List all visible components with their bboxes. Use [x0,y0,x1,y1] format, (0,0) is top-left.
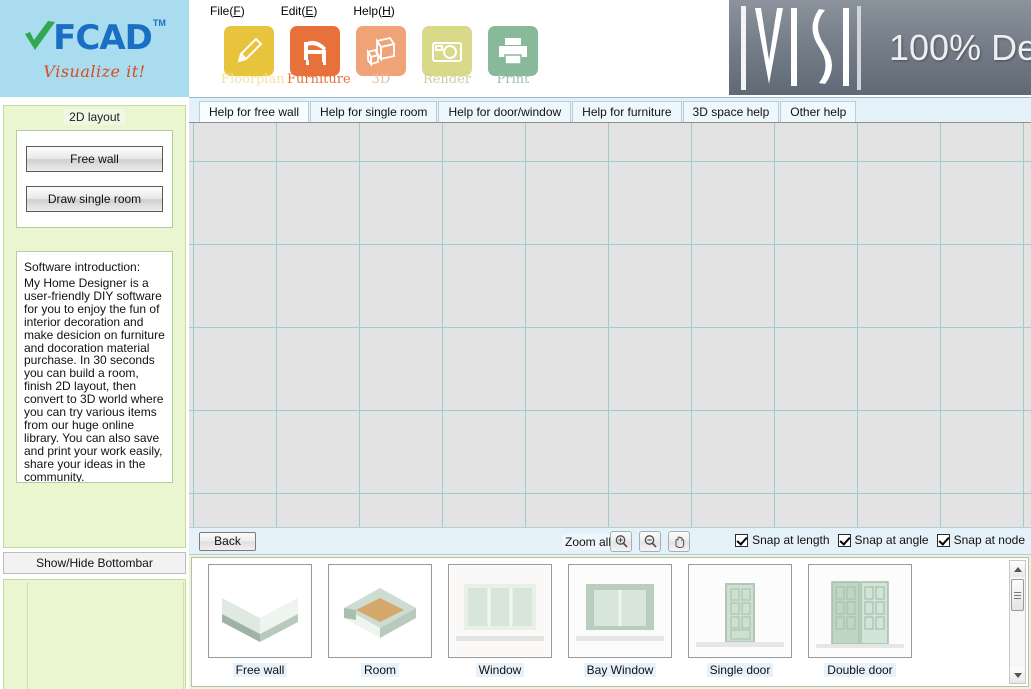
scrollbar-grip-icon [1014,591,1021,599]
gallery-label-free-wall: Free wall [232,663,288,677]
snap-at-length-checkbox[interactable] [735,533,749,547]
object-gallery-container: Free wall Room Window Bay Window Single … [189,555,1031,689]
layout-tools-box: Free wall Draw single room [16,130,173,228]
tab-help-furniture[interactable]: Help for furniture [572,101,682,122]
scroll-up-arrow-icon[interactable] [1010,561,1025,577]
tab-other-help[interactable]: Other help [780,101,857,122]
gallery-label-window: Window [475,663,525,677]
gallery-item-room[interactable]: Room [320,564,440,677]
gallery-label-double-door: Double door [824,663,896,677]
gallery-item-free-wall[interactable]: Free wall [200,564,320,677]
toolbar-button-print[interactable]: Print [485,26,541,88]
gallery-label-single-door: Single door [706,663,774,677]
menu-item-file[interactable]: File(F) [204,2,251,20]
sidebar-lower-column [6,582,28,689]
snap-at-node-label: Snap at node [953,533,1025,547]
free-wall-button[interactable]: Free wall [26,146,163,172]
zoom-all-button[interactable]: Zoom all [562,534,615,550]
free-wall-thumb [208,564,312,658]
tab-help-single-room[interactable]: Help for single room [310,101,438,122]
snap-at-angle-checkbox[interactable] [837,533,851,547]
canvas-grid [189,123,1031,527]
gallery-vertical-scrollbar[interactable] [1009,560,1026,684]
snap-at-node-option[interactable]: Snap at node [936,533,1025,547]
layout-panel-title-text: 2D layout [64,109,125,125]
menu-bar: File(F) Edit(E) Help(H) [204,2,425,20]
floorplan-canvas[interactable] [189,122,1031,527]
sidebar-lower-inner [6,582,184,689]
toolbar-button-render[interactable]: Render [419,26,475,88]
toolbar-label-3d: 3D [371,72,391,87]
snap-options: Snap at length Snap at angle Snap at nod… [735,533,1025,547]
gallery-label-room: Room [360,663,399,677]
room-thumb [328,564,432,658]
menu-item-help[interactable]: Help(H) [347,2,400,20]
gallery-item-single-door[interactable]: Single door [680,564,800,677]
pan-hand-icon[interactable] [668,531,690,552]
menu-item-edit[interactable]: Edit(E) [275,2,324,20]
snap-at-node-checkbox[interactable] [936,533,950,547]
tab-help-door-window[interactable]: Help for door/window [438,101,572,122]
gallery-item-window[interactable]: Window [440,564,560,677]
tab-help-free-wall[interactable]: Help for free wall [199,101,310,122]
double-door-thumb [808,564,912,658]
tab-3d-space-help[interactable]: 3D space help [682,101,780,122]
toolbar-label-print: Print [496,72,530,87]
snap-at-angle-option[interactable]: Snap at angle [837,533,929,547]
cube-icon [356,26,406,76]
toolbar-button-furniture[interactable]: Furniture [287,26,351,88]
logo-brand-text: FCAD [53,18,153,58]
show-hide-bottombar-button[interactable]: Show/Hide Bottombar [3,552,186,574]
scroll-down-arrow-icon[interactable] [1010,667,1025,683]
camera-icon [422,26,472,76]
scrollbar-thumb[interactable] [1011,579,1024,611]
snap-at-length-option[interactable]: Snap at length [735,533,830,547]
green-check-icon [23,20,57,56]
chair-icon [290,26,340,76]
zoom-out-icon[interactable] [639,531,661,552]
application-window: FCAD TM Visualize it! File(F) Edit(E) He… [0,0,1031,689]
toolbar-label-floorplan: Floorplan [221,72,285,87]
layout-panel-title: 2D layout [4,106,185,129]
logo-wordmark: FCAD TM [23,16,166,60]
menu-toolbar-area: File(F) Edit(E) Help(H) Floorplan Furnit… [189,0,1031,97]
logo-trademark: TM [152,18,166,28]
main-toolbar: Floorplan Furniture 3D Render Print [221,26,551,88]
toolbar-button-floorplan[interactable]: Floorplan [221,26,285,88]
introduction-heading: Software introduction: [24,260,141,274]
canvas-toolbar: Back Zoom all Snap at length Snap at ang… [189,527,1031,555]
window-thumb [448,564,552,658]
pencil-icon [224,26,274,76]
logo-tagline: Visualize it! [43,62,146,81]
draw-single-room-button[interactable]: Draw single room [26,186,163,212]
software-introduction-box: Software introduction: My Home Designer … [16,251,173,483]
left-sidebar: 2D layout Free wall Draw single room Sof… [0,97,189,689]
single-door-thumb [688,564,792,658]
snap-at-length-label: Snap at length [752,533,830,547]
introduction-text: My Home Designer is a user-friendly DIY … [24,276,165,483]
toolbar-label-furniture: Furniture [287,72,351,87]
bay-window-thumb [568,564,672,658]
printer-icon [488,26,538,76]
zoom-in-icon[interactable] [610,531,632,552]
gallery-item-bay-window[interactable]: Bay Window [560,564,680,677]
sidebar-lower-cell-top [6,582,28,689]
promo-banner[interactable]: 100% Decor, Des [729,0,1031,95]
toolbar-label-render: Render [422,72,472,87]
back-button[interactable]: Back [199,532,256,551]
sidebar-lower-panel [3,579,186,689]
gallery-label-bay-window: Bay Window [583,663,657,677]
banner-headline: 100% Decor, Des [889,26,1031,68]
help-tab-bar: Help for free wall Help for single room … [189,97,1031,122]
object-gallery: Free wall Room Window Bay Window Single … [191,557,1029,687]
gallery-item-double-door[interactable]: Double door [800,564,920,677]
layout-panel: 2D layout Free wall Draw single room Sof… [3,105,186,548]
snap-at-angle-label: Snap at angle [854,533,929,547]
toolbar-button-3d[interactable]: 3D [353,26,409,88]
banner-logo-visi [739,4,867,92]
app-logo-panel: FCAD TM Visualize it! [0,0,189,97]
